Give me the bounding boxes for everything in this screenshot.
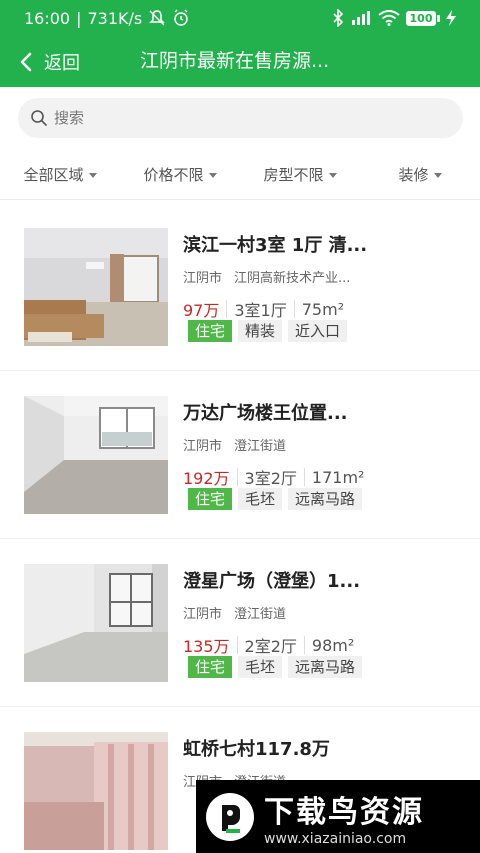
listing-photo xyxy=(24,564,168,682)
top-bar: 16:00 | 731K/s 100 返回 江阴市最新在售房源... xyxy=(0,0,480,87)
listing-area: 澄江街道 xyxy=(234,439,287,454)
listing-rooms: 3室1厅 xyxy=(234,301,287,320)
listing-price: 135万 xyxy=(183,637,230,656)
tag-feature: 近入口 xyxy=(288,320,348,342)
filter-layout[interactable]: 房型不限 xyxy=(240,150,360,199)
listing-tags: 住宅 精装 近入口 xyxy=(188,320,348,342)
battery-icon: 100 xyxy=(406,10,440,26)
filter-bar: 全部区域 价格不限 房型不限 装修 xyxy=(0,150,480,200)
listing-photo xyxy=(24,732,168,850)
listing-location: 江阴市澄江街道 xyxy=(183,603,286,622)
filter-decoration-label: 装修 xyxy=(398,166,429,184)
promo-title: 下载鸟资源 xyxy=(264,794,424,830)
tag-feature: 远离马路 xyxy=(288,488,363,510)
signal-icon xyxy=(352,11,370,25)
listing-title: 虹桥七村117.8万 xyxy=(183,739,330,760)
bluetooth-icon xyxy=(333,9,344,27)
promo-text: 下载鸟资源 www.xiazainiao.com xyxy=(264,787,424,847)
listing-rooms: 3室2厅 xyxy=(244,469,297,488)
listing-city: 江阴市 xyxy=(183,439,223,454)
charging-icon xyxy=(446,10,456,26)
battery-tip xyxy=(437,14,440,22)
status-bar: 16:00 | 731K/s 100 xyxy=(0,0,480,36)
back-button[interactable]: 返回 xyxy=(0,36,80,87)
status-right: 100 xyxy=(332,9,456,27)
filter-decoration[interactable]: 装修 xyxy=(360,150,480,199)
tag-type: 住宅 xyxy=(188,656,233,678)
divider xyxy=(236,468,238,486)
caret-down-icon xyxy=(88,173,97,178)
listing-title: 滨江一村3室 1厅 清... xyxy=(183,235,368,256)
listing-area: 澄江街道 xyxy=(234,607,287,622)
listing-meta: 192万 3室2厅 171m² xyxy=(183,465,364,489)
listing-price: 97万 xyxy=(183,301,220,320)
listing-rooms: 2室2厅 xyxy=(244,637,297,656)
filter-area[interactable]: 全部区域 xyxy=(0,150,120,199)
caret-down-icon xyxy=(328,173,337,178)
divider xyxy=(303,636,305,654)
listing-price: 192万 xyxy=(183,469,230,488)
listing-size: 75m² xyxy=(301,299,345,319)
caret-down-icon xyxy=(208,173,217,178)
listing-photo xyxy=(24,228,168,346)
page-title: 江阴市最新在售房源... xyxy=(140,50,330,72)
status-divider: | xyxy=(76,8,82,28)
status-time: 16:00 xyxy=(24,8,71,28)
promo-watermark: 下载鸟资源 www.xiazainiao.com xyxy=(196,780,480,853)
tag-decoration: 毛坯 xyxy=(238,488,283,510)
listing-meta: 135万 2室2厅 98m² xyxy=(183,633,354,657)
listing-size: 98m² xyxy=(311,635,355,655)
listing-item[interactable]: 滨江一村3室 1厅 清... 江阴市 江阴高新技术产业... 97万 3室1厅 7… xyxy=(0,203,480,371)
listing-title: 万达广场楼王位置... xyxy=(183,403,348,424)
caret-down-icon xyxy=(433,173,442,178)
filter-layout-label: 房型不限 xyxy=(263,166,324,184)
listing-list: 滨江一村3室 1厅 清... 江阴市 江阴高新技术产业... 97万 3室1厅 7… xyxy=(0,203,480,853)
divider xyxy=(226,300,228,318)
listing-area: 江阴高新技术产业... xyxy=(234,271,351,286)
mute-bell-icon xyxy=(149,10,166,26)
nav-bar: 返回 江阴市最新在售房源... xyxy=(0,36,480,87)
filter-area-label: 全部区域 xyxy=(23,166,84,184)
tag-type: 住宅 xyxy=(188,320,233,342)
tag-decoration: 精装 xyxy=(238,320,283,342)
divider xyxy=(236,636,238,654)
listing-location: 江阴市澄江街道 xyxy=(183,435,286,454)
status-speed: 731K/s xyxy=(87,8,143,28)
listing-meta: 97万 3室1厅 75m² xyxy=(183,297,344,321)
listing-item[interactable]: 万达广场楼王位置... 江阴市 澄江街道 192万 3室2厅 171m² 住宅 毛… xyxy=(0,371,480,539)
listing-photo xyxy=(24,396,168,514)
wifi-icon xyxy=(378,10,400,26)
divider xyxy=(303,468,305,486)
listing-item[interactable]: 澄星广场（澄堡）1... 江阴市 澄江街道 135万 2室2厅 98m² 住宅 毛… xyxy=(0,539,480,707)
search-icon xyxy=(31,110,47,126)
divider xyxy=(293,300,295,318)
listing-title: 澄星广场（澄堡）1... xyxy=(183,571,361,592)
search-bar[interactable] xyxy=(18,98,463,138)
promo-url: www.xiazainiao.com xyxy=(264,830,407,847)
battery-level: 100 xyxy=(406,10,436,26)
chevron-left-icon xyxy=(20,52,32,71)
alarm-icon xyxy=(174,9,189,26)
listing-tags: 住宅 毛坯 远离马路 xyxy=(188,488,363,510)
listing-city: 江阴市 xyxy=(183,271,223,286)
tag-decoration: 毛坯 xyxy=(238,656,283,678)
listing-size: 171m² xyxy=(311,467,365,487)
tag-type: 住宅 xyxy=(188,488,233,510)
bird-logo-icon xyxy=(206,792,254,841)
listing-city: 江阴市 xyxy=(183,607,223,622)
back-label: 返回 xyxy=(44,52,80,74)
tag-feature: 远离马路 xyxy=(288,656,363,678)
filter-price[interactable]: 价格不限 xyxy=(120,150,240,199)
search-input[interactable] xyxy=(54,109,434,127)
listing-tags: 住宅 毛坯 远离马路 xyxy=(188,656,363,678)
status-left: 16:00 | 731K/s xyxy=(24,9,190,28)
listing-location: 江阴市 江阴高新技术产业... xyxy=(183,267,350,286)
filter-price-label: 价格不限 xyxy=(143,166,204,184)
